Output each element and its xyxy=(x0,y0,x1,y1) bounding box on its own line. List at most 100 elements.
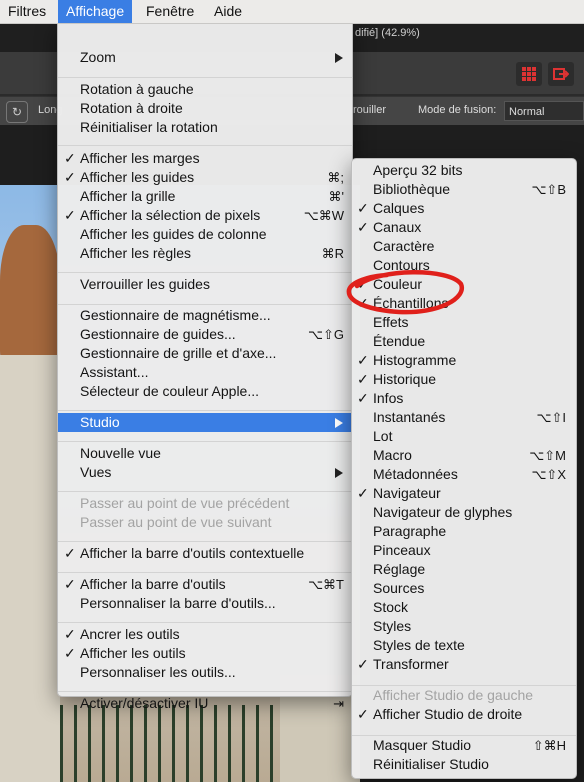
view-menu-item-verrouiller-les-guides[interactable]: Verrouiller les guides xyxy=(58,275,352,294)
view-menu-item-reinitialiser-la-rotation[interactable]: Réinitialiser la rotation xyxy=(58,118,352,137)
view-menu-item-gestionnaire-de-magnetisme[interactable]: Gestionnaire de magnétisme... xyxy=(58,306,352,325)
view-menu-item-rotation-a-gauche[interactable]: Rotation à gauche xyxy=(58,80,352,99)
menu-item-label: Passer au point de vue précédent xyxy=(80,495,290,511)
studio-menu-item-stock[interactable]: Stock xyxy=(352,598,576,617)
studio-menu-item-paragraphe[interactable]: Paragraphe xyxy=(352,522,576,541)
menu-item-label: Ancrer les outils xyxy=(80,626,180,642)
studio-menu-item-contours[interactable]: Contours xyxy=(352,256,576,275)
view-menu-item-vues[interactable]: Vues xyxy=(58,463,352,482)
view-menu-item-rotation-a-droite[interactable]: Rotation à droite xyxy=(58,99,352,118)
menu-fenetre[interactable]: Fenêtre xyxy=(138,0,202,23)
view-menu-item-ancrer-les-outils[interactable]: ✓ Ancrer les outils xyxy=(58,625,352,644)
view-menu-item-personnaliser-la-barre-d-outils[interactable]: Personnaliser la barre d'outils... xyxy=(58,594,352,613)
studio-menu-item-couleur[interactable]: ✓ Couleur xyxy=(352,275,576,294)
menu-item-label: Afficher Studio de gauche xyxy=(373,687,534,703)
studio-menu-item-lot[interactable]: Lot xyxy=(352,427,576,446)
view-menu-item-afficher-la-grille[interactable]: Afficher la grille ⌘' xyxy=(58,187,352,206)
menu-aide[interactable]: Aide xyxy=(206,0,250,23)
checkmark-icon: ✓ xyxy=(357,352,369,368)
menu-item-label: Nouvelle vue xyxy=(80,445,161,461)
menu-separator xyxy=(58,572,352,573)
studio-menu-item-apercu-32-bits[interactable]: Aperçu 32 bits xyxy=(352,161,576,180)
menu-item-label: Styles de texte xyxy=(373,637,465,653)
studio-menu-item-caractere[interactable]: Caractère xyxy=(352,237,576,256)
menu-item-label: Transformer xyxy=(373,656,449,672)
view-menu-item-passer-au-point-de-vue-suivant: Passer au point de vue suivant xyxy=(58,513,352,532)
view-menu-item-nouvelle-vue[interactable]: Nouvelle vue xyxy=(58,444,352,463)
checkmark-icon: ✓ xyxy=(64,207,76,223)
studio-menu-item-instantanes[interactable]: Instantanés ⌥⇧I xyxy=(352,408,576,427)
menu-filtres[interactable]: Filtres xyxy=(0,0,54,23)
menu-item-label: Afficher la sélection de pixels xyxy=(80,207,261,223)
view-menu-item-afficher-les-guides-de-colonne[interactable]: Afficher les guides de colonne xyxy=(58,225,352,244)
studio-menu-item-sources[interactable]: Sources xyxy=(352,579,576,598)
view-menu-item-gestionnaire-de-grille-et-d-axe[interactable]: Gestionnaire de grille et d'axe... xyxy=(58,344,352,363)
studio-menu-item-reglage[interactable]: Réglage xyxy=(352,560,576,579)
view-menu-item-personnaliser-les-outils[interactable]: Personnaliser les outils... xyxy=(58,663,352,682)
studio-menu-item-navigateur[interactable]: ✓ Navigateur xyxy=(352,484,576,503)
menu-item-label: Rotation à droite xyxy=(80,100,183,116)
studio-menu-item-canaux[interactable]: ✓ Canaux xyxy=(352,218,576,237)
menu-separator xyxy=(58,691,352,692)
studio-menu-item-effets[interactable]: Effets xyxy=(352,313,576,332)
menu-item-label: Réinitialiser la rotation xyxy=(80,119,218,135)
view-menu-item-afficher-la-barre-d-outils-contextuelle[interactable]: ✓ Afficher la barre d'outils contextuelle xyxy=(58,544,352,563)
studio-menu-item-afficher-studio-de-droite[interactable]: ✓ Afficher Studio de droite xyxy=(352,705,576,724)
blend-mode-select[interactable]: Normal xyxy=(504,101,584,121)
lock-label[interactable]: rouiller xyxy=(353,104,386,116)
studio-menu-item-reinitialiser-studio[interactable]: Réinitialiser Studio xyxy=(352,755,576,774)
menu-separator xyxy=(58,145,352,146)
menu-item-label: Personnaliser la barre d'outils... xyxy=(80,595,276,611)
checkmark-icon: ✓ xyxy=(357,371,369,387)
menu-item-label: Histogramme xyxy=(373,352,457,368)
menu-item-label: Lot xyxy=(373,428,393,444)
studio-menu-item-bibliotheque[interactable]: Bibliothèque ⌥⇧B xyxy=(352,180,576,199)
studio-menu-item-infos[interactable]: ✓ Infos xyxy=(352,389,576,408)
view-menu-item-studio[interactable]: Studio xyxy=(58,413,352,432)
keyboard-shortcut: ⌘' xyxy=(328,189,344,204)
menu-affichage[interactable]: Affichage xyxy=(58,0,133,23)
menu-item-label: Masquer Studio xyxy=(373,737,472,753)
view-menu-item-gestionnaire-de-guides[interactable]: Gestionnaire de guides... ⌥⇧G xyxy=(58,325,352,344)
studio-menu-item-masquer-studio[interactable]: Masquer Studio ⇧⌘H xyxy=(352,736,576,755)
menu-item-label: Instantanés xyxy=(373,409,446,425)
menu-item-label: Afficher les outils xyxy=(80,645,186,661)
view-menu-item-passer-au-point-de-vue-precedent: Passer au point de vue précédent xyxy=(58,494,352,513)
rotate-icon[interactable]: ↻ xyxy=(6,101,28,123)
view-menu-item-selecteur-de-couleur-apple[interactable]: Sélecteur de couleur Apple... xyxy=(58,382,352,401)
menu-item-label: Calques xyxy=(373,200,425,216)
studio-menu-item-calques[interactable]: ✓ Calques xyxy=(352,199,576,218)
studio-menu-item-etendue[interactable]: Étendue xyxy=(352,332,576,351)
studio-menu-item-echantillons[interactable]: ✓ Échantillons xyxy=(352,294,576,313)
view-menu-item-assistant[interactable]: Assistant... xyxy=(58,363,352,382)
studio-menu-item-pinceaux[interactable]: Pinceaux xyxy=(352,541,576,560)
studio-menu-item-historique[interactable]: ✓ Historique xyxy=(352,370,576,389)
menu-item-label: Macro xyxy=(373,447,412,463)
studio-menu-item-histogramme[interactable]: ✓ Histogramme xyxy=(352,351,576,370)
view-menu-item-afficher-la-selection-de-pixels[interactable]: ✓ Afficher la sélection de pixels ⌥⌘W xyxy=(58,206,352,225)
studio-menu-item-styles[interactable]: Styles xyxy=(352,617,576,636)
studio-menu-item-navigateur-de-glyphes[interactable]: Navigateur de glyphes xyxy=(352,503,576,522)
keyboard-shortcut: ⌥⇧G xyxy=(308,327,344,342)
studio-menu-item-macro[interactable]: Macro ⌥⇧M xyxy=(352,446,576,465)
menu-item-label: Afficher les guides de colonne xyxy=(80,226,267,242)
submenu-arrow-icon xyxy=(335,418,343,428)
studio-menu-item-transformer[interactable]: ✓ Transformer xyxy=(352,655,576,674)
export-persona-button[interactable] xyxy=(548,62,574,86)
view-menu-item-afficher-les-marges[interactable]: ✓ Afficher les marges xyxy=(58,149,352,168)
view-menu-item-afficher-les-guides[interactable]: ✓ Afficher les guides ⌘; xyxy=(58,168,352,187)
view-menu-item-afficher-les-outils[interactable]: ✓ Afficher les outils xyxy=(58,644,352,663)
menu-item-label: Passer au point de vue suivant xyxy=(80,514,272,530)
view-menu-item-afficher-les-regles[interactable]: Afficher les règles ⌘R xyxy=(58,244,352,263)
studio-menu-item-styles-de-texte[interactable]: Styles de texte xyxy=(352,636,576,655)
view-menu-item-activer-desactiver-iu[interactable]: Activer/désactiver IU ⇥ xyxy=(58,694,352,713)
grid-persona-button[interactable] xyxy=(516,62,542,86)
view-menu-item-afficher-la-barre-d-outils[interactable]: ✓ Afficher la barre d'outils ⌥⌘T xyxy=(58,575,352,594)
affichage-menu: Zoom Rotation à gauche Rotation à droite Ré… xyxy=(57,23,353,711)
studio-menu-item-metadonnees[interactable]: Métadonnées ⌥⇧X xyxy=(352,465,576,484)
menu-item-label: Canaux xyxy=(373,219,422,235)
iron-gate xyxy=(60,705,280,782)
menu-item-label: Aperçu 32 bits xyxy=(373,162,463,178)
view-menu-item-zoom[interactable]: Zoom xyxy=(58,48,352,67)
menu-item-label: Effets xyxy=(373,314,409,330)
